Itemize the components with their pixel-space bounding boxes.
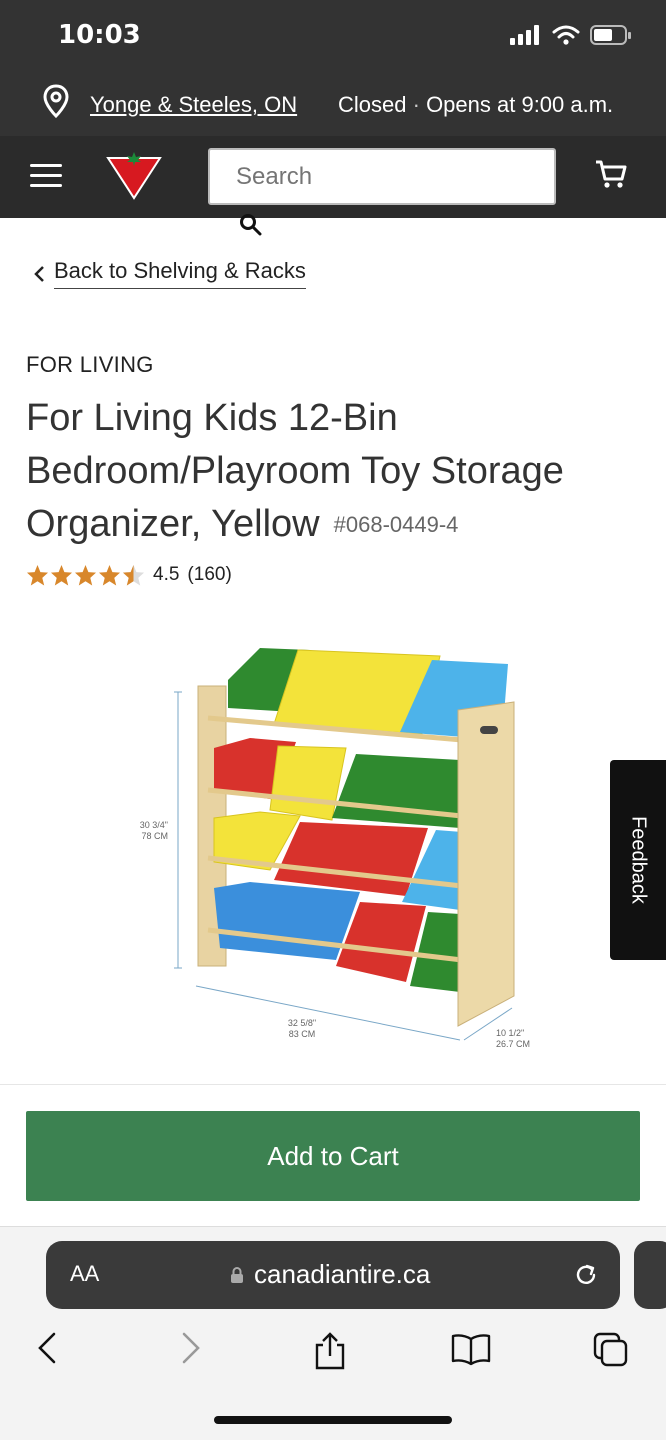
star-full-icon <box>74 564 97 586</box>
browser-chrome: AA canadiantire.ca <box>0 1226 666 1440</box>
tabs-icon[interactable] <box>592 1331 630 1369</box>
store-name-link[interactable]: Yonge & Steeles, ON <box>90 92 297 118</box>
wifi-icon <box>552 25 580 45</box>
width-inches-label: 32 5/8" <box>288 1018 316 1028</box>
star-full-icon <box>98 564 121 586</box>
lock-icon <box>231 1266 243 1283</box>
store-opens: Opens at 9:00 a.m. <box>426 92 614 117</box>
forward-arrow-icon[interactable] <box>180 1331 202 1365</box>
location-pin-icon <box>43 84 69 118</box>
canadian-tire-logo[interactable] <box>106 150 162 200</box>
height-inches-label: 30 3/4" <box>140 820 168 830</box>
depth-inches-label: 10 1/2" <box>496 1028 524 1038</box>
rating-stars <box>26 564 145 586</box>
product-title-block: For Living Kids 12-Bin Bedroom/Playroom … <box>26 392 626 555</box>
add-to-cart-button[interactable]: Add to Cart <box>26 1111 640 1201</box>
rating-value: 4.5 <box>153 564 180 585</box>
star-full-icon <box>26 564 49 586</box>
next-tab-peek[interactable] <box>634 1241 666 1309</box>
status-time: 10:03 <box>58 20 141 50</box>
hamburger-menu-icon[interactable] <box>30 164 62 188</box>
rating-summary[interactable]: 4.5 (160) <box>26 564 232 586</box>
browser-toolbar <box>0 1327 666 1387</box>
share-icon[interactable] <box>312 1331 348 1371</box>
chevron-left-icon <box>34 265 44 282</box>
product-title: For Living Kids 12-Bin Bedroom/Playroom … <box>26 397 564 545</box>
signal-icon <box>510 25 539 45</box>
site-header <box>0 136 666 218</box>
feedback-label: Feedback <box>627 816 650 904</box>
address-domain-group: canadiantire.ca <box>230 1259 430 1290</box>
hours-separator: · <box>412 92 420 117</box>
battery-icon <box>590 25 631 45</box>
search-input[interactable] <box>208 148 556 205</box>
back-arrow-icon[interactable] <box>36 1331 58 1365</box>
address-bar[interactable]: AA canadiantire.ca <box>46 1241 620 1309</box>
store-bar: Yonge & Steeles, ON Closed · Opens at 9:… <box>0 70 666 136</box>
search-icon[interactable] <box>238 212 264 238</box>
reload-icon[interactable] <box>572 1261 600 1289</box>
status-bar: 10:03 <box>0 0 666 70</box>
store-hours: Closed · Opens at 9:00 a.m. <box>338 92 613 118</box>
home-indicator <box>214 1416 452 1424</box>
rating-count: (160) <box>187 564 232 585</box>
product-sku: #068-0449-4 <box>333 512 459 537</box>
feedback-tab[interactable]: Feedback <box>610 760 666 960</box>
back-link-label: Back to Shelving & Racks <box>54 258 306 289</box>
reader-settings-button[interactable]: AA <box>70 1261 99 1287</box>
sticky-cart-bar: Add to Cart <box>0 1084 666 1226</box>
cart-icon[interactable] <box>594 158 628 190</box>
depth-cm-label: 26.7 CM <box>496 1039 530 1049</box>
system-icons <box>510 24 632 46</box>
height-cm-label: 78 CM <box>141 831 168 841</box>
star-full-icon <box>50 564 73 586</box>
back-link[interactable]: Back to Shelving & Racks <box>34 258 306 289</box>
star-half-icon <box>122 564 145 586</box>
product-brand: FOR LIVING <box>26 352 154 377</box>
store-status: Closed <box>338 92 407 117</box>
width-cm-label: 83 CM <box>289 1029 316 1039</box>
product-image[interactable]: 30 3/4" 78 CM 32 5/8" 83 CM 10 1/2" 26.7… <box>110 630 550 1060</box>
address-domain: canadiantire.ca <box>254 1259 431 1289</box>
bookmarks-icon[interactable] <box>450 1331 492 1367</box>
